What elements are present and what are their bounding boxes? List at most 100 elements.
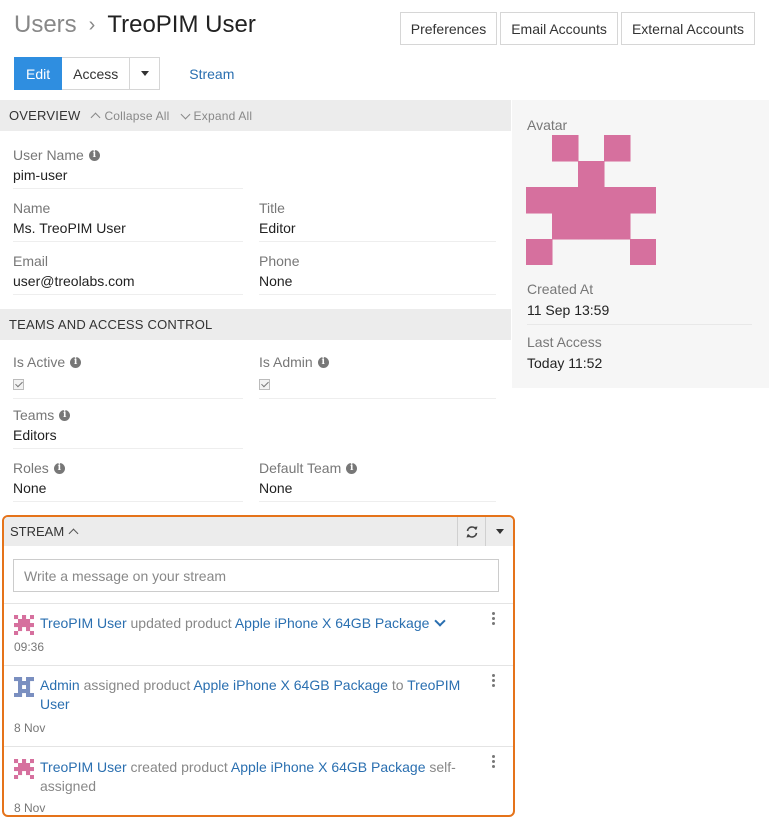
email-link[interactable]: user@treolabs.com [13, 273, 243, 295]
roles-field: Roles i None [13, 460, 243, 502]
expand-chevron-icon[interactable] [434, 615, 447, 627]
entry-user-link[interactable]: TreoPIM User [40, 615, 127, 631]
is-admin-label: Is Admin [259, 354, 313, 370]
preferences-button[interactable]: Preferences [399, 12, 498, 45]
entry-target-link[interactable]: Apple iPhone X 64GB Package [193, 677, 388, 693]
teams-access-header: TEAMS AND ACCESS CONTROL [0, 309, 511, 340]
email-label: Email [13, 253, 49, 269]
stream-entry: TreoPIM User created product Apple iPhon… [4, 746, 513, 815]
name-field: Name Ms. TreoPIM User [13, 200, 243, 242]
external-accounts-button[interactable]: External Accounts [620, 12, 755, 45]
breadcrumb-separator: › [88, 13, 96, 36]
refresh-button[interactable] [457, 517, 485, 546]
overview-header: OVERVIEW Collapse All Expand All [0, 100, 511, 131]
entry-text: TreoPIM User updated product Apple iPhon… [40, 614, 480, 633]
side-panel: Avatar Created At 11 Sep 13:59 Last Acce… [512, 100, 769, 388]
entry-verb: created product [130, 759, 228, 775]
stream-entry: TreoPIM User updated product Apple iPhon… [4, 603, 513, 665]
chevron-up-icon [90, 112, 101, 122]
phone-value: None [259, 273, 496, 295]
name-label: Name [13, 200, 51, 216]
info-icon: i [317, 356, 329, 368]
is-active-checkbox [13, 379, 24, 390]
breadcrumb-users-link[interactable]: Users [14, 11, 77, 39]
entry-verb: updated product [130, 615, 232, 631]
teams-link[interactable]: Editors [13, 427, 243, 449]
roles-label: Roles [13, 460, 49, 476]
page-title: TreoPIM User [107, 11, 256, 38]
info-icon: i [70, 356, 82, 368]
name-value: Ms. TreoPIM User [13, 220, 243, 242]
last-access-value: Today 11:52 [527, 355, 603, 371]
user-name-label: User Name [13, 147, 84, 163]
is-admin-checkbox [259, 379, 270, 390]
access-button[interactable]: Access [62, 57, 131, 90]
is-active-field: Is Active i [13, 354, 243, 399]
breadcrumb: Users › TreoPIM User [14, 8, 256, 42]
entry-target-link[interactable]: Apple iPhone X 64GB Package [231, 759, 426, 775]
entry-verb: assigned product [83, 677, 191, 693]
refresh-icon [466, 525, 477, 538]
entry-user-link[interactable]: Admin [40, 677, 80, 693]
roles-value: None [13, 480, 243, 502]
user-avatar-icon [14, 677, 34, 697]
stream-entry: Admin assigned product Apple iPhone X 64… [4, 665, 513, 746]
info-icon: i [53, 462, 65, 474]
user-avatar-icon [14, 759, 34, 779]
entry-time: 8 Nov [14, 801, 46, 815]
last-access-label: Last Access [527, 334, 602, 350]
phone-label: Phone [259, 253, 300, 269]
more-actions-dropdown[interactable] [130, 57, 161, 90]
teams-field: Teams i Editors [13, 407, 243, 449]
stream-heading: STREAM [10, 524, 65, 539]
detail-panel: OVERVIEW Collapse All Expand All [0, 100, 511, 131]
entry-user-link[interactable]: TreoPIM User [40, 759, 127, 775]
title-label: Title [259, 200, 285, 216]
email-field: Email user@treolabs.com [13, 253, 243, 295]
email-accounts-button[interactable]: Email Accounts [500, 12, 618, 45]
overview-heading: OVERVIEW [9, 108, 81, 123]
default-team-label: Default Team [259, 460, 342, 476]
entry-time: 8 Nov [14, 721, 46, 735]
action-bar: Edit Access Stream [14, 57, 234, 90]
created-at-value: 11 Sep 13:59 [527, 302, 752, 325]
entry-text: TreoPIM User created product Apple iPhon… [40, 758, 470, 796]
avatar-label: Avatar [527, 117, 568, 133]
is-admin-field: Is Admin i [259, 354, 496, 399]
entry-time: 09:36 [14, 640, 45, 654]
default-team-field: Default Team i None [259, 460, 496, 502]
info-icon: i [88, 149, 100, 161]
expand-all-label: Expand All [193, 108, 253, 123]
info-icon: i [59, 409, 71, 421]
stream-options-dropdown[interactable] [485, 517, 513, 546]
entry-text: Admin assigned product Apple iPhone X 64… [40, 676, 480, 714]
collapse-all-button[interactable]: Collapse All [90, 108, 170, 123]
entry-menu-icon[interactable] [492, 612, 496, 625]
top-button-group: Preferences Email Accounts External Acco… [399, 12, 755, 45]
is-active-label: Is Active [13, 354, 66, 370]
entry-to: to [391, 677, 404, 693]
stream-link[interactable]: Stream [189, 66, 234, 82]
default-team-value: None [259, 480, 496, 502]
collapse-all-label: Collapse All [104, 108, 170, 123]
info-icon: i [346, 462, 358, 474]
created-at-label: Created At [527, 281, 594, 297]
teams-label: Teams [13, 407, 55, 423]
stream-panel: STREAM Write a message on your stream Tr… [2, 515, 515, 817]
caret-down-icon [140, 71, 149, 76]
user-avatar [526, 135, 656, 265]
edit-button[interactable]: Edit [14, 57, 63, 90]
entry-menu-icon[interactable] [492, 674, 496, 687]
caret-down-icon [495, 529, 504, 534]
entry-menu-icon[interactable] [492, 755, 496, 768]
stream-header: STREAM [4, 517, 513, 546]
chevron-down-icon [180, 109, 190, 119]
entry-target-link[interactable]: Apple iPhone X 64GB Package [235, 615, 430, 631]
title-value: Editor [259, 220, 496, 242]
expand-all-button[interactable]: Expand All [180, 108, 253, 123]
title-field: Title Editor [259, 200, 496, 242]
stream-message-input[interactable]: Write a message on your stream [13, 559, 499, 592]
collapse-chevron-icon[interactable] [68, 528, 79, 539]
user-avatar-icon [14, 615, 34, 635]
teams-access-heading: TEAMS AND ACCESS CONTROL [9, 317, 213, 332]
